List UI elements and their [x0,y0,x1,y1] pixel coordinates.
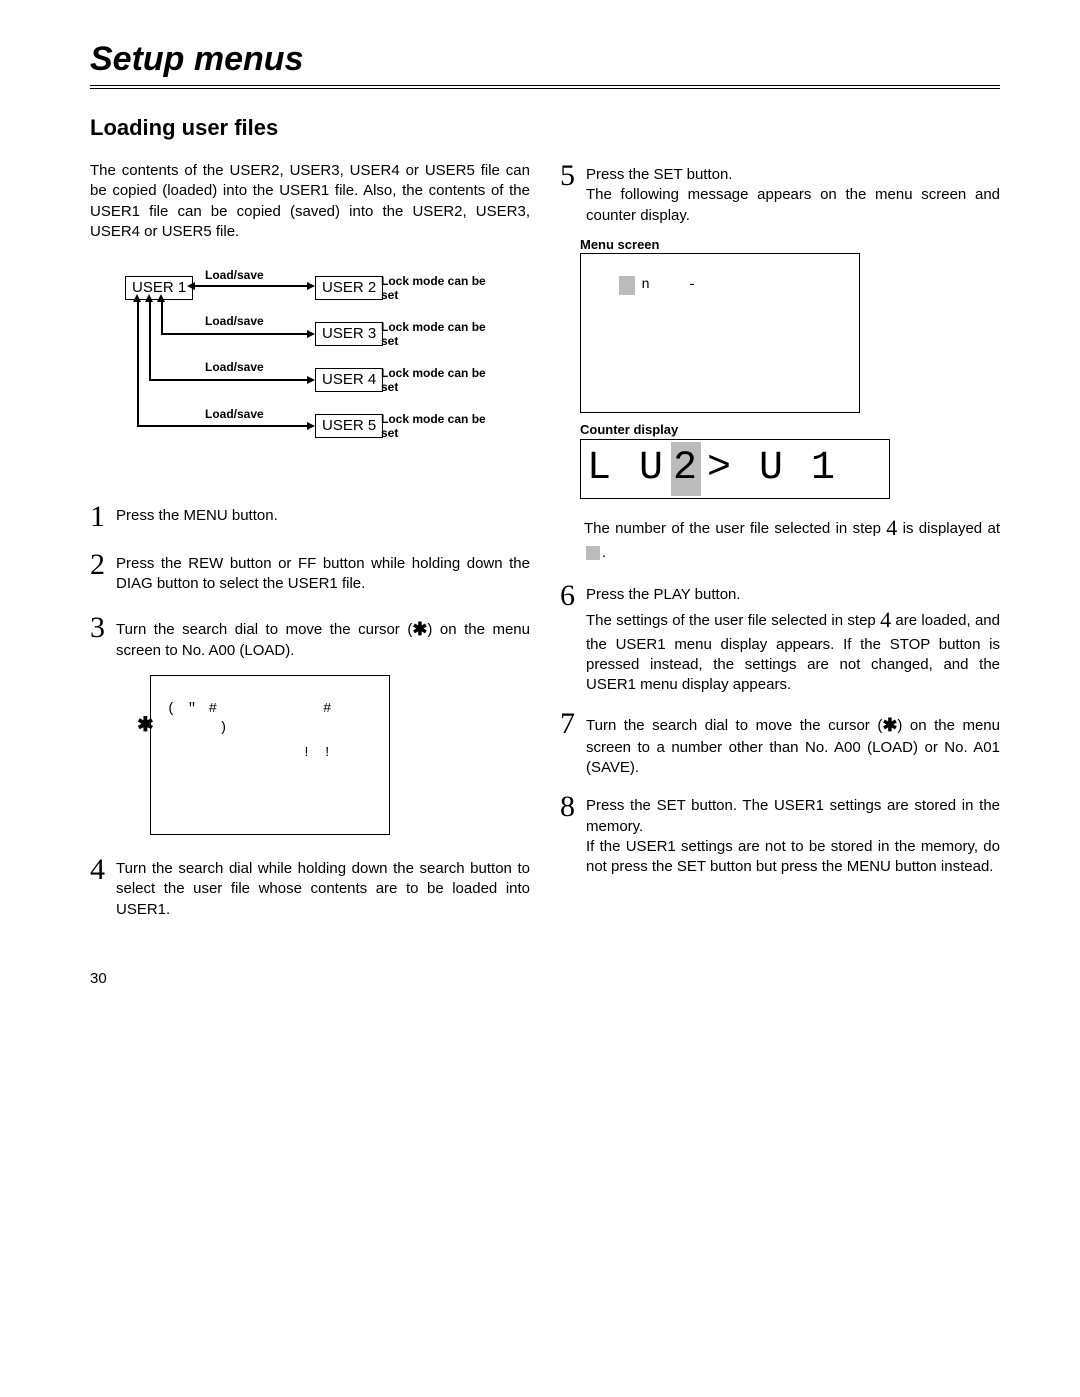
step-number-5: 5 [560,161,580,226]
step-5-text: Press the SET button. The following mess… [586,161,1000,226]
shaded-placeholder-icon [586,546,600,560]
user3-box: USER 3 [315,322,383,346]
lock-mode-4: Lock mode can be set [381,366,501,395]
lock-mode-5: Lock mode can be set [381,412,501,441]
step-1-text: Press the MENU button. [116,502,530,532]
step-number-6: 6 [560,581,580,696]
step-number-2: 2 [90,550,110,595]
step-number-4: 4 [90,855,110,920]
step-number-8: 8 [560,792,580,877]
step-7-text: Turn the search dial to move the cursor … [586,709,1000,778]
counter-display-label: Counter display [580,421,1000,439]
step-number-1: 1 [90,502,110,532]
counter-display: L U2 > U 1 [580,439,890,499]
load-save-label-3: Load/save [205,359,264,375]
user5-box: USER 5 [315,414,383,438]
step-2-text: Press the REW button or FF button while … [116,550,530,595]
cursor-star-icon-2: ✱ [882,715,897,735]
user4-box: USER 4 [315,368,383,392]
page-number: 30 [90,970,1000,987]
load-save-label-4: Load/save [205,406,264,422]
page-title: Setup menus [90,40,1000,89]
step-3-text: Turn the search dial to move the cursor … [116,613,530,662]
user-file-diagram: USER 1 USER 2 USER 3 USER 4 USER 5 Load/… [125,266,495,486]
step-number-3: 3 [90,613,110,662]
cursor-star-marker-icon: ✱ [137,712,156,739]
step-6-text: Press the PLAY button. The settings of t… [586,581,1000,696]
step-8-text: Press the SET button. The USER1 settings… [586,792,1000,877]
section-title: Loading user files [90,115,1000,141]
lock-mode-2: Lock mode can be set [381,274,501,303]
step-number-7: 7 [560,709,580,778]
after-counter-text: The number of the user file selected in … [584,513,1000,563]
user2-box: USER 2 [315,276,383,300]
load-save-label-2: Load/save [205,313,264,329]
shaded-n-placeholder [619,276,635,295]
lock-mode-3: Lock mode can be set [381,320,501,349]
menu-screen-2: n - [580,253,860,413]
menu-screen-1: ✱ ( " # # ) ! ! [150,675,390,835]
cursor-star-icon: ✱ [412,619,427,639]
intro-paragraph: The contents of the USER2, USER3, USER4 … [90,161,530,242]
load-save-label-1: Load/save [205,267,264,283]
step-4-text: Turn the search dial while holding down … [116,855,530,920]
menu-screen-label: Menu screen [580,236,1000,254]
